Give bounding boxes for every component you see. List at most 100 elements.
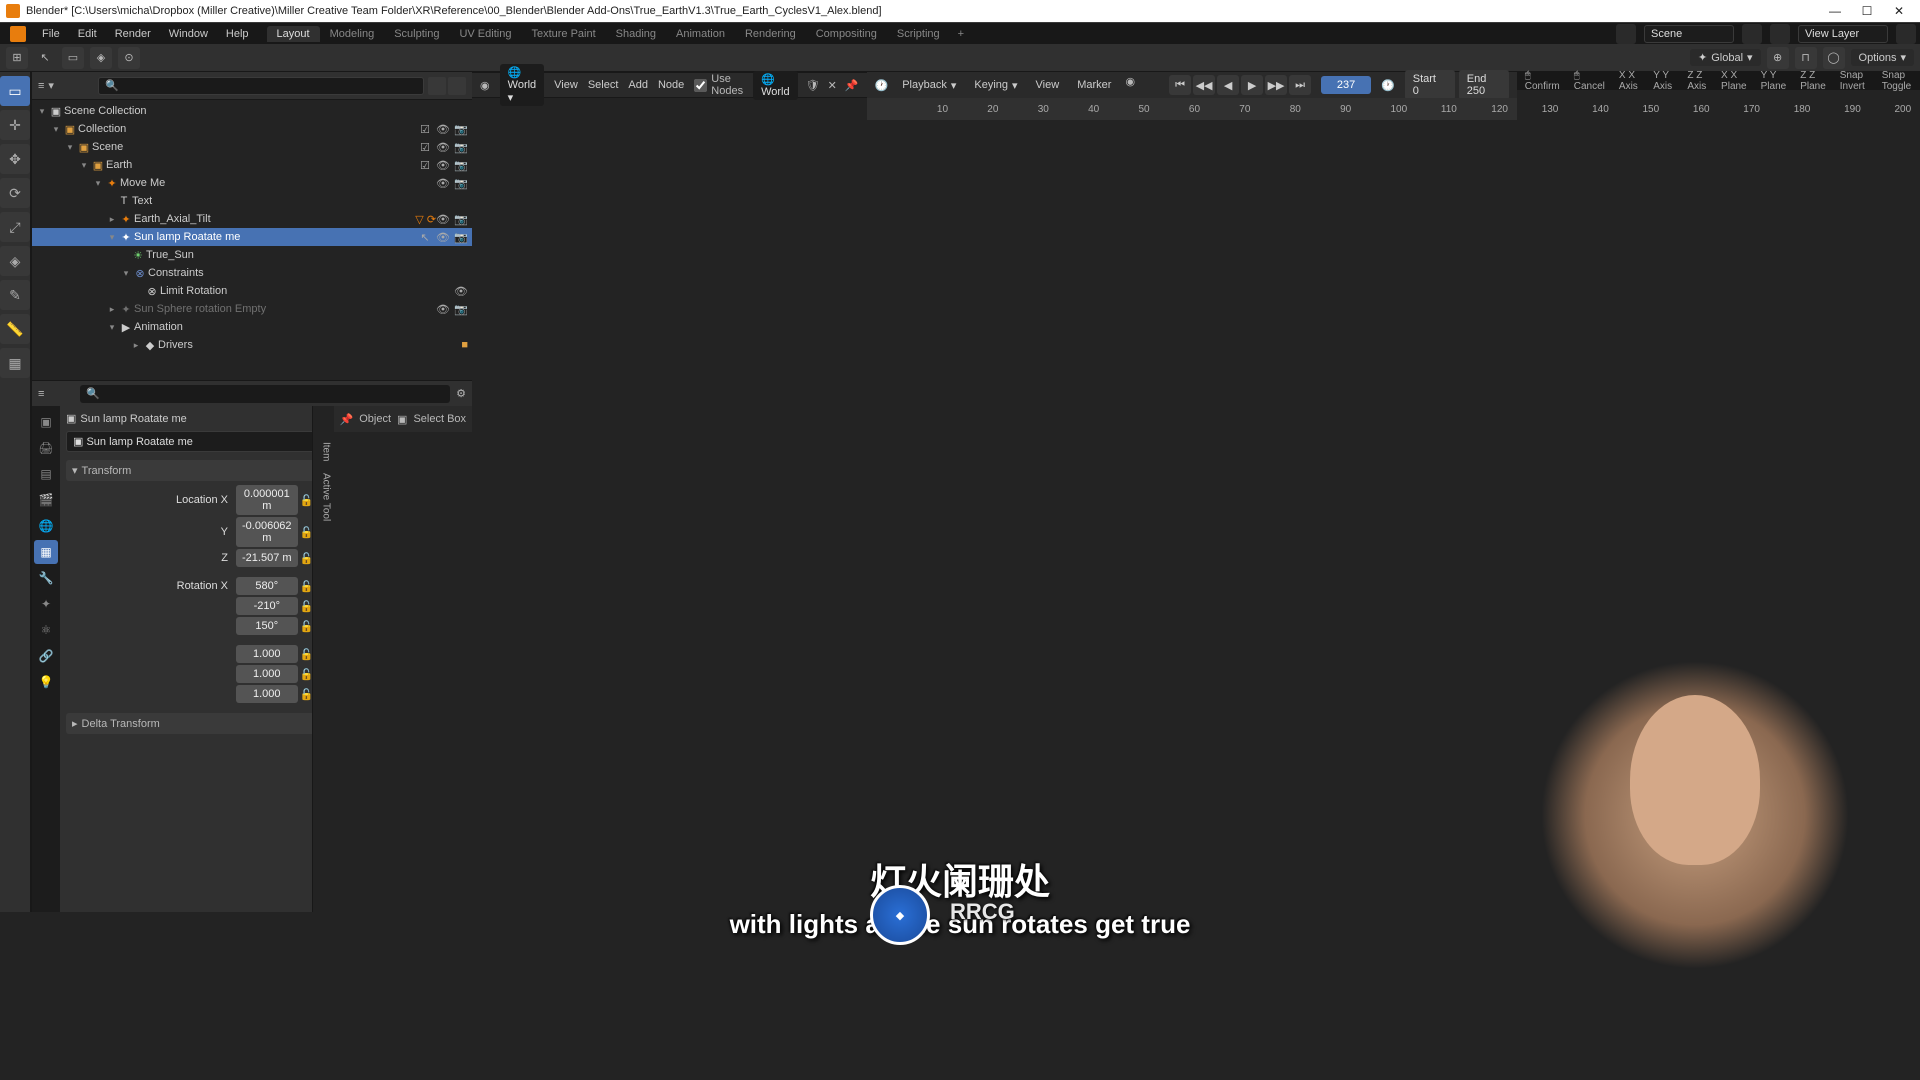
- node-add-menu[interactable]: Add: [628, 79, 648, 91]
- add-tool[interactable]: ▦: [0, 348, 30, 378]
- camera-icon[interactable]: 📷: [454, 303, 468, 316]
- jump-end-button[interactable]: ⏭: [1289, 75, 1311, 95]
- close-button[interactable]: ✕: [1884, 1, 1914, 21]
- playback-menu[interactable]: Playback ▾: [898, 77, 960, 94]
- autokey-icon[interactable]: ◉: [1125, 75, 1135, 95]
- tab-shading[interactable]: Shading: [606, 26, 666, 42]
- outliner-row-constraints[interactable]: ▾⊗Constraints: [32, 264, 472, 282]
- eye-icon[interactable]: 👁: [436, 303, 450, 316]
- transform-panel-header[interactable]: ▾ Transform: [66, 460, 330, 481]
- constraint-tab[interactable]: 🔗: [34, 644, 58, 668]
- output-tab[interactable]: 🖨: [34, 436, 58, 460]
- annotate-tool[interactable]: ✎: [0, 280, 30, 310]
- outliner-row-collection[interactable]: ▾▣Collection☑👁📷: [32, 120, 472, 138]
- options-dropdown[interactable]: Options ▾: [1851, 49, 1914, 66]
- editor-type-node-icon[interactable]: ◉: [480, 79, 490, 92]
- tab-uv[interactable]: UV Editing: [449, 26, 521, 42]
- outliner-row-animation[interactable]: ▾▶Animation: [32, 318, 472, 336]
- move-tool[interactable]: ✥: [0, 144, 30, 174]
- eye-icon[interactable]: 👁: [436, 213, 450, 226]
- select-box-tool[interactable]: ▭: [0, 76, 30, 106]
- camera-icon[interactable]: 📷: [454, 123, 468, 136]
- transform-tool[interactable]: ◈: [0, 246, 30, 276]
- render-tab[interactable]: ▣: [34, 410, 58, 434]
- play-reverse-button[interactable]: ◀: [1217, 75, 1239, 95]
- keyframe-next-button[interactable]: ▶▶: [1265, 75, 1287, 95]
- eye-icon[interactable]: 👁: [436, 123, 450, 136]
- loc-z-field[interactable]: -21.507 m: [236, 549, 298, 567]
- scene-selector[interactable]: Scene: [1644, 25, 1734, 43]
- node-node-menu[interactable]: Node: [658, 79, 684, 91]
- editor-type-timeline-icon[interactable]: 🕐: [875, 79, 889, 92]
- unlink-icon[interactable]: ✕: [828, 79, 837, 92]
- tab-animation[interactable]: Animation: [666, 26, 735, 42]
- camera-icon[interactable]: 📷: [454, 213, 468, 226]
- tool-icon[interactable]: ▣: [397, 413, 407, 426]
- outliner-row-move-me[interactable]: ▾✦Move Me👁📷: [32, 174, 472, 192]
- scale-z-field[interactable]: 1.000: [236, 685, 298, 703]
- exclude-icon[interactable]: ☑: [418, 141, 432, 154]
- object-name-field[interactable]: ▣ Sun lamp Roatate me: [66, 431, 330, 452]
- loc-x-field[interactable]: 0.000001 m: [236, 485, 298, 515]
- minimize-button[interactable]: —: [1820, 1, 1850, 21]
- outliner[interactable]: ▾▣Scene Collection ▾▣Collection☑👁📷 ▾▣Sce…: [32, 100, 472, 380]
- delta-transform-header[interactable]: ▸ Delta Transform: [66, 713, 330, 734]
- outliner-row-earth[interactable]: ▾▣Earth☑👁📷: [32, 156, 472, 174]
- properties-search[interactable]: 🔍: [80, 385, 450, 403]
- eye-icon[interactable]: 👁: [436, 141, 450, 154]
- exclude-icon[interactable]: ☑: [418, 159, 432, 172]
- particles-tab[interactable]: ✦: [34, 592, 58, 616]
- help-menu[interactable]: Help: [218, 26, 257, 42]
- eye-icon[interactable]: 👁: [436, 177, 450, 190]
- viewlayer-browse-icon[interactable]: [1770, 24, 1790, 44]
- loc-y-field[interactable]: -0.006062 m: [236, 517, 298, 547]
- camera-icon[interactable]: 📷: [454, 159, 468, 172]
- outliner-row-sun-lamp[interactable]: ▾✦Sun lamp Roatate me↖👁📷: [32, 228, 472, 246]
- editor-type-props-icon[interactable]: ≡: [38, 388, 44, 400]
- viewlayer-tab[interactable]: ▤: [34, 462, 58, 486]
- new-collection-icon[interactable]: [448, 77, 466, 95]
- object-tab[interactable]: ▦: [34, 540, 58, 564]
- select-icon[interactable]: ↖: [418, 231, 432, 244]
- scene-new-icon[interactable]: [1742, 24, 1762, 44]
- data-tab[interactable]: 💡: [34, 670, 58, 694]
- object-selector[interactable]: Object: [359, 413, 391, 425]
- proportional-icon[interactable]: ◯: [1823, 47, 1845, 69]
- editor-type-outliner-icon[interactable]: ≡: [38, 80, 44, 92]
- outliner-row-drivers[interactable]: ▸◆Drivers■: [32, 336, 472, 354]
- gizmo-icon[interactable]: ◈: [90, 47, 112, 69]
- shader-world-dropdown[interactable]: 🌐 World ▾: [500, 64, 545, 106]
- outliner-row-sun-sphere[interactable]: ▸✦Sun Sphere rotation Empty👁📷: [32, 300, 472, 318]
- outliner-row-scene-collection[interactable]: ▾▣Scene Collection: [32, 102, 472, 120]
- edit-menu[interactable]: Edit: [70, 26, 105, 42]
- measure-tool[interactable]: 📏: [0, 314, 30, 344]
- snap-icon[interactable]: ⊓: [1795, 47, 1817, 69]
- timeline-marker-menu[interactable]: Marker: [1073, 77, 1115, 93]
- viewlayer-new-icon[interactable]: [1896, 24, 1916, 44]
- select-mode-icon[interactable]: ▭: [62, 47, 84, 69]
- end-frame-field[interactable]: End 250: [1459, 70, 1509, 100]
- physics-tab[interactable]: ⚛: [34, 618, 58, 642]
- timeline-view-menu[interactable]: View: [1032, 77, 1064, 93]
- eye-icon[interactable]: 👁: [454, 285, 468, 298]
- rotate-tool[interactable]: ⟳: [0, 178, 30, 208]
- tab-modeling[interactable]: Modeling: [320, 26, 385, 42]
- tab-rendering[interactable]: Rendering: [735, 26, 806, 42]
- editor-type-icon[interactable]: ⊞: [6, 47, 28, 69]
- render-menu[interactable]: Render: [107, 26, 159, 42]
- modifier-tab[interactable]: 🔧: [34, 566, 58, 590]
- outliner-search[interactable]: 🔍: [98, 77, 424, 95]
- pin-icon[interactable]: 📌: [340, 413, 354, 426]
- use-nodes-checkbox[interactable]: Use Nodes: [694, 73, 743, 97]
- file-menu[interactable]: File: [34, 26, 68, 42]
- sidebar-tab-item[interactable]: Item: [313, 436, 334, 467]
- window-menu[interactable]: Window: [161, 26, 216, 42]
- scale-x-field[interactable]: 1.000: [236, 645, 298, 663]
- maximize-button[interactable]: ☐: [1852, 1, 1882, 21]
- play-button[interactable]: ▶: [1241, 75, 1263, 95]
- camera-icon[interactable]: 📷: [454, 141, 468, 154]
- outliner-row-scene[interactable]: ▾▣Scene☑👁📷: [32, 138, 472, 156]
- outliner-row-earth-axial[interactable]: ▸✦Earth_Axial_Tilt▽ ⟳👁📷: [32, 210, 472, 228]
- world-tab[interactable]: 🌐: [34, 514, 58, 538]
- exclude-icon[interactable]: ☑: [418, 123, 432, 136]
